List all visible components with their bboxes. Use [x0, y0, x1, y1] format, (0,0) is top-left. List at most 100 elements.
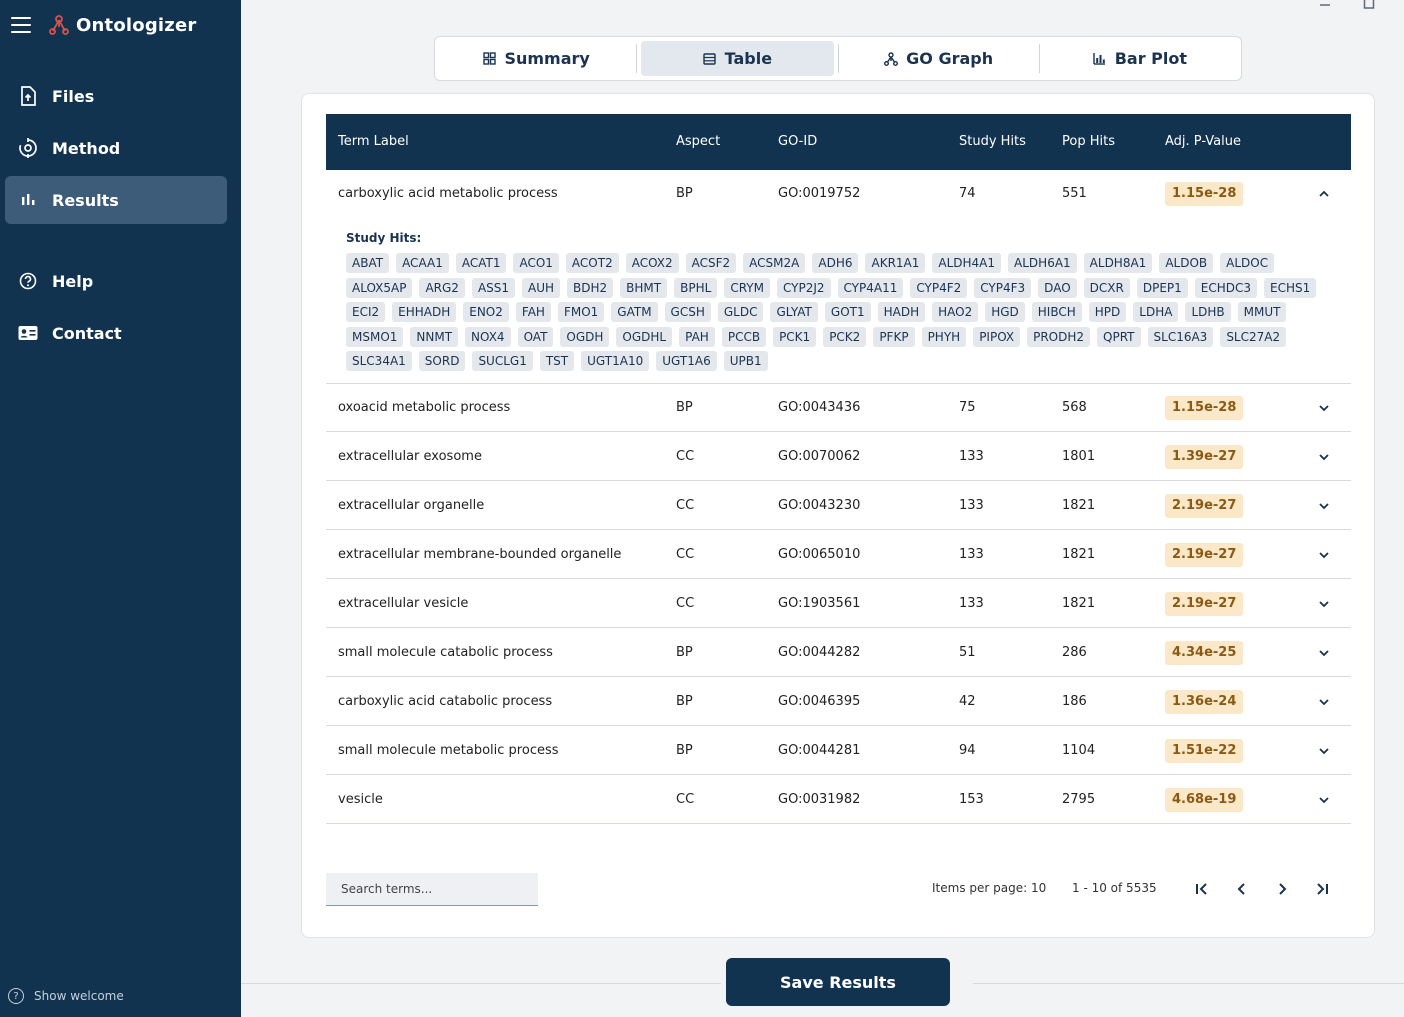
gene-chip: ALOX5AP [346, 277, 413, 298]
tab-go-graph[interactable]: GO Graph [843, 41, 1035, 76]
first-page-button[interactable] [1190, 877, 1214, 901]
chevron-down-icon[interactable] [1317, 793, 1331, 807]
sidebar-item-results[interactable]: Results [5, 176, 227, 224]
aspect-cell: BP [676, 186, 693, 201]
gene-chip: ALDH8A1 [1083, 253, 1153, 273]
gene-chip: TST [539, 351, 575, 372]
gene-chip: GCSH [664, 302, 711, 323]
table-row[interactable]: extracellular exosome CC GO:0070062 133 1801… [326, 433, 1351, 481]
column-header-go-id[interactable]: GO-ID [778, 114, 817, 170]
help-circle-icon [18, 271, 38, 291]
gene-chip: FMO1 [557, 302, 605, 323]
file-upload-icon [18, 86, 38, 106]
aspect-cell: CC [676, 547, 695, 562]
table-row[interactable]: small molecule catabolic process BP GO:004… [326, 629, 1351, 677]
table-row[interactable]: extracellular membrane-bounded organelle… [326, 531, 1351, 579]
table-row[interactable]: extracellular vesicle CC GO:1903561 133 1821… [326, 580, 1351, 628]
column-header-term-label[interactable]: Term Label [338, 114, 409, 170]
chevron-down-icon[interactable] [1317, 646, 1331, 660]
sidebar-item-contact[interactable]: Contact [5, 309, 227, 357]
chevron-down-icon[interactable] [1317, 695, 1331, 709]
sidebar-item-help[interactable]: Help [5, 257, 227, 305]
sidebar-item-label: Files [52, 86, 95, 106]
p-value-badge: 4.68e-19 [1165, 788, 1244, 812]
tab-divider [636, 44, 638, 73]
chevron-down-icon[interactable] [1317, 548, 1331, 562]
chevron-down-icon[interactable] [1317, 744, 1331, 758]
show-welcome-link[interactable]: ? Show welcome [8, 988, 124, 1004]
sidebar: Ontologizer Files Method Results Help Co… [0, 0, 241, 1017]
p-value-badge: 4.34e-25 [1165, 641, 1244, 665]
go-id-cell: GO:0044282 [778, 645, 861, 660]
go-id-cell: GO:0046395 [778, 694, 861, 709]
gene-chip: SLC27A2 [1220, 326, 1287, 347]
tab-table[interactable]: Table [641, 41, 834, 76]
aspect-cell: CC [676, 498, 695, 513]
save-results-button[interactable]: Save Results [726, 958, 950, 1006]
study-hits-cell: 75 [959, 400, 976, 415]
gene-chip-list: ABAT ACAA1 ACAT1 ACO1 ACOT2 ACOX2 ACSF2 ACSM2A A… [346, 253, 1346, 372]
gene-chip: SUCLG1 [472, 351, 533, 372]
minimize-icon[interactable] [1319, 0, 1331, 10]
ontology-logo-icon [49, 15, 69, 35]
chevron-up-icon[interactable] [1317, 187, 1331, 201]
items-per-page[interactable]: Items per page: 10 [932, 881, 1046, 895]
gene-chip: CYP2J2 [776, 277, 831, 298]
column-header-pop-hits[interactable]: Pop Hits [1062, 114, 1115, 170]
tab-bar-plot[interactable]: Bar Plot [1044, 41, 1236, 76]
tab-summary[interactable]: Summary [440, 41, 632, 76]
chevron-down-icon[interactable] [1317, 450, 1331, 464]
sidebar-item-files[interactable]: Files [5, 72, 227, 120]
gene-chip: NOX4 [465, 326, 511, 347]
aspect-cell: CC [676, 449, 695, 464]
chevron-down-icon[interactable] [1317, 499, 1331, 513]
column-header-adj-p-value[interactable]: Adj. P-Value [1165, 114, 1241, 170]
go-id-cell: GO:0044281 [778, 743, 861, 758]
gene-chip: GLDC [717, 302, 764, 323]
table-row[interactable]: extracellular organelle CC GO:0043230 133 18… [326, 482, 1351, 530]
chevron-down-icon[interactable] [1317, 597, 1331, 611]
p-value-badge: 1.39e-27 [1165, 445, 1244, 469]
last-page-button[interactable] [1310, 877, 1334, 901]
column-header-study-hits[interactable]: Study Hits [959, 114, 1026, 170]
term-label-cell: extracellular membrane-bounded organelle [338, 547, 622, 562]
gene-chip: BHMT [620, 277, 668, 298]
table-row[interactable]: small molecule metabolic process BP GO:004… [326, 727, 1351, 775]
maximize-icon[interactable] [1363, 0, 1375, 10]
divider [973, 983, 1404, 984]
grid-icon [482, 52, 496, 66]
pop-hits-cell: 186 [1062, 694, 1087, 709]
aspect-cell: BP [676, 645, 693, 660]
pop-hits-cell: 1821 [1062, 498, 1096, 513]
gene-chip: MMUT [1237, 302, 1287, 323]
tab-label: Summary [504, 49, 590, 68]
chevron-down-icon[interactable] [1317, 401, 1331, 415]
gene-chip: ALDH4A1 [932, 253, 1002, 273]
column-header-aspect[interactable]: Aspect [676, 114, 720, 170]
divider [241, 983, 721, 984]
pop-hits-cell: 286 [1062, 645, 1087, 660]
table-row[interactable]: carboxylic acid catabolic process BP GO:00… [326, 678, 1351, 726]
search-terms-input[interactable] [326, 873, 538, 906]
table-row[interactable]: oxoacid metabolic process BP GO:0043436 75 5… [326, 384, 1351, 432]
gene-chip: CYP4F3 [974, 277, 1032, 298]
sidebar-item-label: Results [52, 190, 119, 210]
pop-hits-cell: 1821 [1062, 596, 1096, 611]
next-page-button[interactable] [1270, 877, 1294, 901]
sidebar-item-method[interactable]: Method [5, 124, 227, 172]
sidebar-item-label: Method [52, 138, 121, 158]
first-page-icon [1196, 883, 1207, 895]
gene-chip: ENO2 [463, 302, 509, 323]
hamburger-menu-button[interactable] [10, 15, 32, 35]
previous-page-button[interactable] [1230, 877, 1254, 901]
pagination-range: 1 - 10 of 5535 [1072, 881, 1157, 895]
table-row[interactable]: carboxylic acid metabolic process BP GO:00… [326, 170, 1351, 218]
p-value-badge: 1.51e-22 [1165, 739, 1244, 763]
contact-card-icon [18, 323, 38, 343]
tab-label: Table [724, 49, 773, 68]
aspect-cell: BP [676, 743, 693, 758]
table-row[interactable]: vesicle CC GO:0031982 153 2795 4.68e-19 [326, 776, 1351, 824]
aspect-cell: BP [676, 694, 693, 709]
aspect-cell: BP [676, 400, 693, 415]
study-hits-cell: 133 [959, 596, 984, 611]
